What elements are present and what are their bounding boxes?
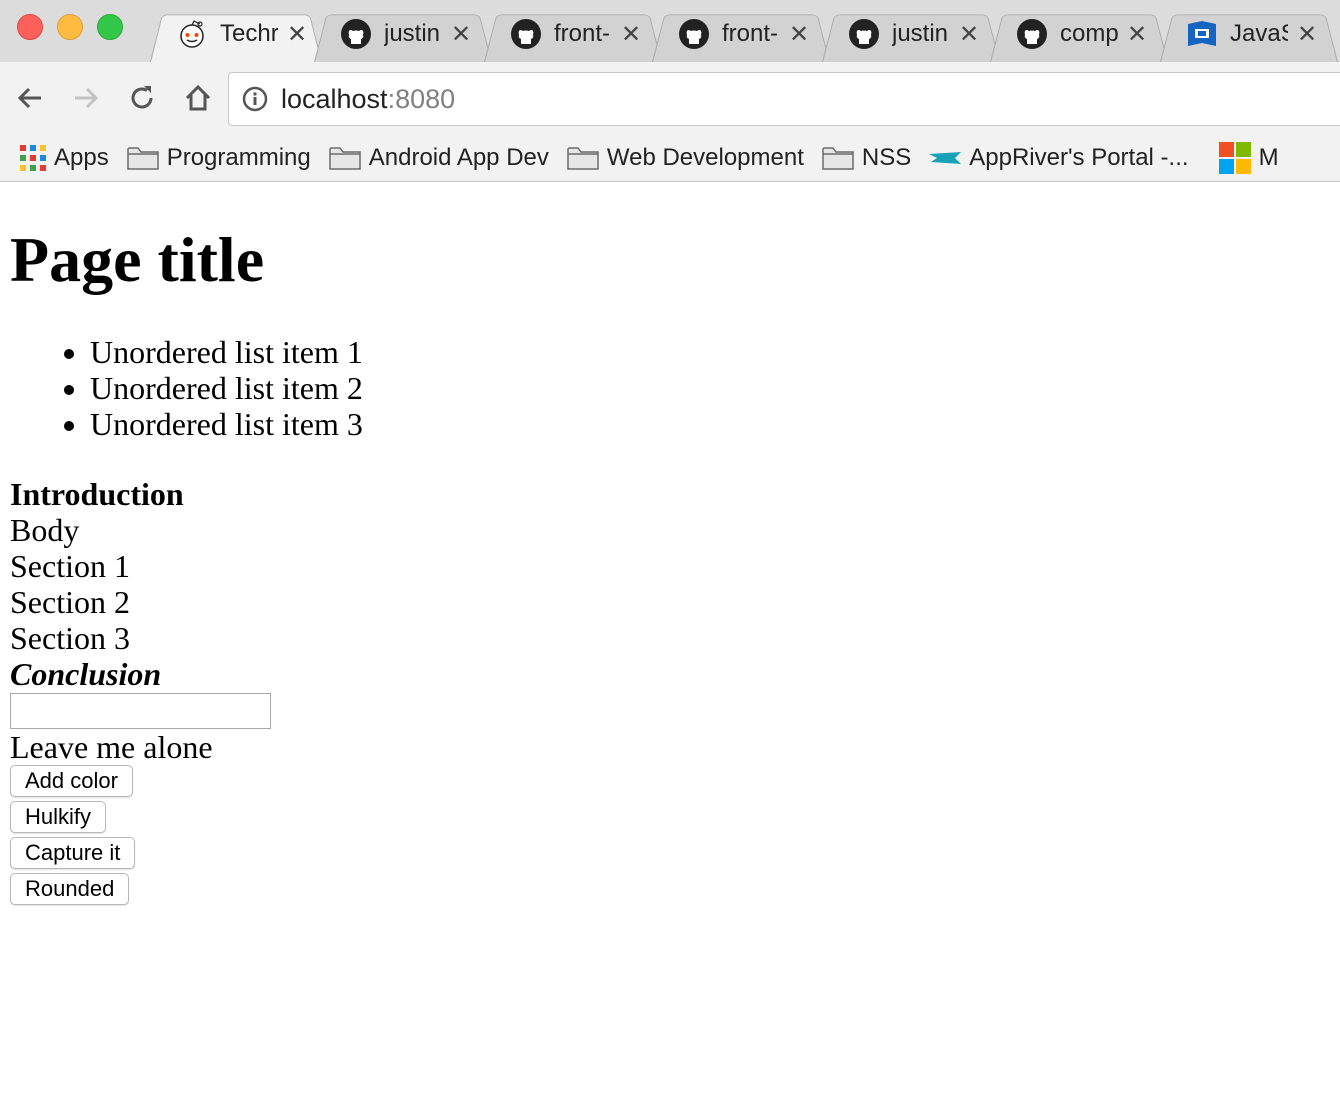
- bookmark-apps[interactable]: Apps: [20, 144, 109, 172]
- reddit-icon: [180, 20, 204, 48]
- bookmarks-bar: Apps Programming Android App Dev Web Dev…: [0, 134, 1340, 182]
- tab-title: Techr: [220, 20, 278, 47]
- tab-title: justin: [384, 20, 441, 47]
- github-icon: [679, 19, 709, 49]
- bookmark-folder-android-app-dev[interactable]: Android App Dev: [329, 144, 549, 172]
- tab-title: front-: [554, 20, 611, 47]
- bookmark-label: Android App Dev: [368, 143, 549, 171]
- bookmark-folder-nss[interactable]: NSS: [822, 144, 911, 172]
- back-arrow-icon: [17, 87, 41, 109]
- reload-button[interactable]: [122, 78, 162, 118]
- close-window-button[interactable]: [17, 14, 43, 40]
- bookmark-microsoft[interactable]: M: [1218, 141, 1279, 174]
- microsoft-icon: [1218, 141, 1251, 174]
- leave-me-alone-text: Leave me alone: [10, 729, 213, 765]
- capture-it-button[interactable]: Capture it: [10, 837, 136, 869]
- url-host: localhost: [281, 83, 388, 114]
- maximize-window-button[interactable]: [97, 14, 123, 40]
- minimize-window-button[interactable]: [57, 14, 83, 40]
- home-icon: [185, 84, 211, 111]
- list-item: Unordered list item 1: [90, 334, 1330, 370]
- browser-tab[interactable]: Techr ✕: [150, 6, 322, 62]
- back-button[interactable]: [10, 78, 50, 118]
- address-bar[interactable]: localhost:8080: [228, 72, 1340, 126]
- folder-icon: [567, 146, 599, 170]
- close-icon[interactable]: ✕: [958, 20, 980, 49]
- home-button[interactable]: [178, 78, 218, 118]
- folder-icon: [126, 146, 159, 170]
- github-icon: [341, 19, 371, 49]
- forward-arrow-icon: [75, 87, 99, 109]
- browser-tab[interactable]: front- ✕: [484, 6, 662, 62]
- section-text: Section 1: [10, 548, 130, 584]
- bookmark-label: NSS: [861, 143, 912, 171]
- conclusion-heading: Conclusion: [10, 656, 162, 692]
- browser-toolbar: localhost:8080: [0, 62, 1340, 134]
- github-icon: [1017, 19, 1047, 49]
- close-icon[interactable]: ✕: [286, 20, 308, 49]
- page-title: Page title: [10, 224, 265, 295]
- bookmark-appriver[interactable]: AppRiver's Portal -...: [929, 143, 1189, 172]
- rounded-button[interactable]: Rounded: [10, 873, 130, 905]
- section-text: Section 3: [10, 620, 130, 656]
- github-icon: [511, 19, 541, 49]
- url-port: :8080: [387, 83, 456, 114]
- add-color-button[interactable]: Add color: [10, 765, 133, 797]
- bookmark-label: Web Development: [606, 143, 804, 171]
- bookmark-label: Programming: [166, 143, 311, 171]
- page-content: Page title Unordered list item 1 Unorder…: [10, 182, 1330, 909]
- section-text: Section 2: [10, 584, 130, 620]
- bookmark-label: M: [1258, 143, 1279, 171]
- close-icon[interactable]: ✕: [620, 20, 642, 49]
- article-sections: Introduction Body Section 1 Section 2 Se…: [10, 476, 1330, 905]
- list-item: Unordered list item 2: [90, 370, 1330, 406]
- tab-title: comp: [1060, 20, 1118, 47]
- browser-tab[interactable]: justin ✕: [314, 6, 492, 62]
- appriver-icon: [929, 151, 962, 164]
- close-icon[interactable]: ✕: [788, 20, 810, 49]
- close-icon[interactable]: ✕: [1296, 20, 1318, 49]
- bookmark-label: AppRiver's Portal -...: [969, 143, 1189, 171]
- bookmark-folder-web-development[interactable]: Web Development: [567, 144, 804, 172]
- list-item: Unordered list item 3: [90, 406, 1330, 442]
- bookmark-label: Apps: [54, 143, 109, 171]
- close-icon[interactable]: ✕: [450, 20, 472, 49]
- reload-icon: [131, 86, 153, 109]
- body-text: Body: [10, 512, 80, 548]
- browser-tab[interactable]: front- ✕: [652, 6, 830, 62]
- apps-grid-icon: [20, 144, 46, 171]
- folder-icon: [822, 146, 854, 170]
- close-icon[interactable]: ✕: [1126, 20, 1148, 49]
- text-input[interactable]: [10, 693, 271, 729]
- javascript-book-icon: [1188, 21, 1216, 46]
- browser-titlebar: Techr ✕ justin ✕ front- ✕ front- ✕ justi…: [0, 0, 1340, 62]
- tab-title: front-: [722, 20, 779, 47]
- browser-tab[interactable]: justin ✕: [822, 6, 1000, 62]
- folder-icon: [329, 146, 361, 170]
- tab-title: JavaS: [1230, 20, 1288, 47]
- github-icon: [849, 19, 879, 49]
- introduction-heading: Introduction: [10, 476, 184, 512]
- bookmark-folder-programming[interactable]: Programming: [126, 143, 311, 172]
- browser-tab[interactable]: comp ✕: [990, 6, 1168, 62]
- info-icon[interactable]: [241, 85, 269, 113]
- forward-button[interactable]: [66, 78, 106, 118]
- unordered-list: Unordered list item 1 Unordered list ite…: [10, 334, 1330, 442]
- hulkify-button[interactable]: Hulkify: [10, 801, 107, 833]
- tab-title: justin: [892, 20, 949, 47]
- browser-tab[interactable]: JavaS ✕: [1160, 6, 1338, 62]
